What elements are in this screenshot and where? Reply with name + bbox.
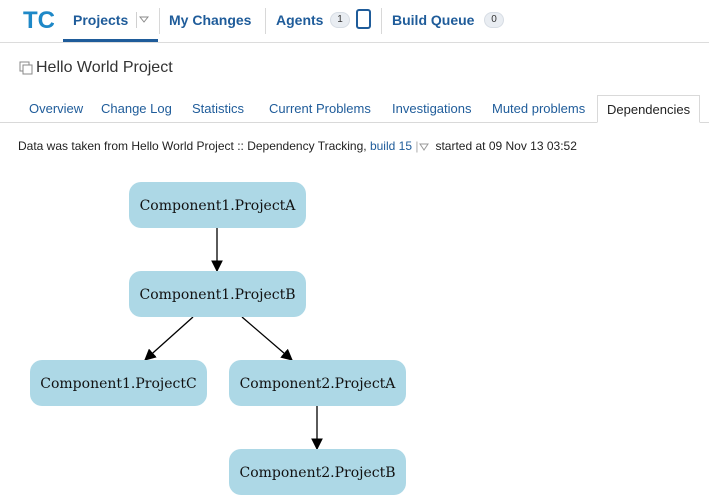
graph-node-c2a[interactable]: Component2.ProjectA xyxy=(229,360,406,406)
graph-node-label: Component1.ProjectA xyxy=(140,198,297,214)
nav-projects-label: Projects xyxy=(73,12,129,28)
data-source-info: Data was taken from Hello World Project … xyxy=(18,139,577,153)
dependency-arrow-c1b-c1c xyxy=(144,316,194,361)
tab-dependencies[interactable]: Dependencies xyxy=(597,95,701,123)
graph-node-c2b[interactable]: Component2.ProjectB xyxy=(229,449,406,495)
build-divider: | xyxy=(415,139,419,153)
tab-overview[interactable]: Overview xyxy=(29,101,83,116)
build-started-at: started at 09 Nov 13 03:52 xyxy=(435,139,577,153)
nav-my-changes[interactable]: My Changes xyxy=(169,0,251,42)
tab-statistics[interactable]: Statistics xyxy=(192,101,244,116)
info-prefix: Data was taken from Hello World Project … xyxy=(18,139,367,153)
graph-node-label: Component2.ProjectB xyxy=(239,465,395,481)
nav-my-changes-label: My Changes xyxy=(169,12,252,28)
logo-letter-t: TC xyxy=(23,7,54,33)
dependency-graph: Component1.ProjectA Component1.ProjectB Co… xyxy=(30,182,406,495)
nav-build-queue[interactable]: Build Queue xyxy=(392,0,474,42)
tab-change-log[interactable]: Change Log xyxy=(101,101,172,116)
nav-build-queue-label: Build Queue xyxy=(392,12,475,28)
dependency-arrow-c1b-c2a xyxy=(241,316,293,361)
graph-node-label: Component1.ProjectB xyxy=(139,287,295,303)
tab-investigations[interactable]: Investigations xyxy=(392,101,472,116)
nav-agents[interactable]: Agents xyxy=(276,0,323,42)
page-title: Hello World Project xyxy=(36,59,173,76)
build-link[interactable]: build 15 xyxy=(370,139,412,153)
chevron-down-icon[interactable] xyxy=(419,143,430,151)
graph-node-c1c[interactable]: Component1.ProjectC xyxy=(30,360,207,406)
nav-projects-divider xyxy=(136,12,137,28)
graph-node-c1b[interactable]: Component1.ProjectB xyxy=(129,271,306,317)
agents-count-badge: 1 xyxy=(330,12,350,28)
graph-node-label: Component1.ProjectC xyxy=(40,376,196,392)
graph-node-c1a[interactable]: Component1.ProjectA xyxy=(129,182,306,228)
tab-muted-problems[interactable]: Muted problems xyxy=(492,101,585,116)
top-navigation: TC Projects My Changes Agents 1 Build Qu… xyxy=(0,0,709,43)
nav-agents-label: Agents xyxy=(276,12,324,28)
nav-divider xyxy=(265,8,266,34)
tab-current-problems[interactable]: Current Problems xyxy=(269,101,371,116)
project-icon xyxy=(19,61,33,75)
teamcity-logo[interactable]: TC xyxy=(22,5,54,33)
agent-status-icon[interactable] xyxy=(356,9,371,29)
nav-divider xyxy=(381,8,382,34)
build-queue-count-badge: 0 xyxy=(484,12,504,28)
nav-divider xyxy=(159,8,160,34)
graph-node-label: Component2.ProjectA xyxy=(240,376,397,392)
chevron-down-icon[interactable] xyxy=(139,13,149,25)
